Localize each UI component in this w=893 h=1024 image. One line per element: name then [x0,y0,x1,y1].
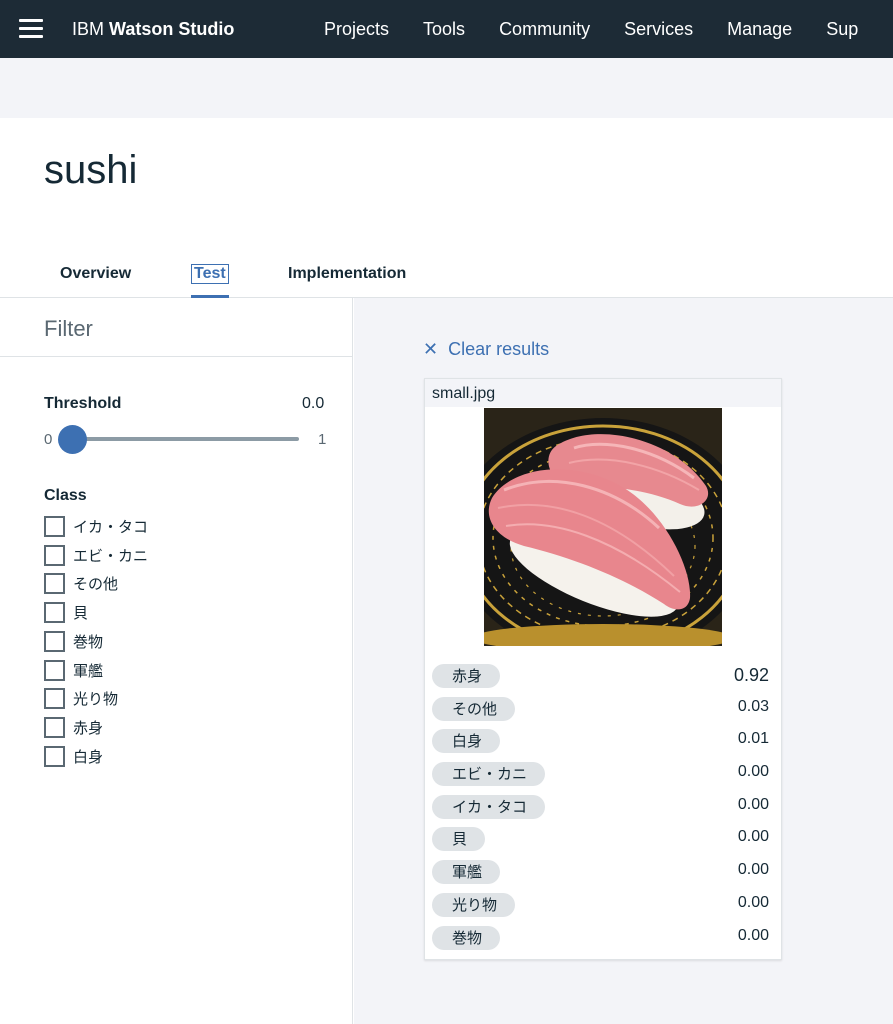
brand-logo[interactable]: IBM Watson Studio [72,17,234,41]
slider-min-label: 0 [44,431,53,448]
class-pill: イカ・タコ [432,794,546,819]
nav-link-tools[interactable]: Tools [423,17,465,41]
score-row: イカ・タコ 0.00 [432,793,776,826]
class-item-ebi-kani[interactable]: エビ・カニ [44,541,324,570]
checkbox[interactable] [44,688,65,710]
brand-product: Watson Studio [109,19,235,39]
tab-bar: Overview Test Implementation [0,260,893,298]
checkbox[interactable] [44,659,65,681]
checkbox[interactable] [44,717,65,739]
threshold-value: 0.0 [302,395,325,412]
class-item-akami[interactable]: 赤身 [44,713,324,742]
nav-link-support[interactable]: Sup [826,17,858,41]
checkbox[interactable] [44,630,65,652]
slider-max-label: 1 [318,431,327,448]
class-label: Class [44,487,87,504]
class-pill: 光り物 [432,892,516,917]
class-item-label: 白身 [73,747,104,766]
class-item-label: その他 [73,575,119,594]
threshold-label: Threshold [44,395,122,412]
nav-link-services[interactable]: Services [624,17,693,41]
threshold-slider-track[interactable] [60,437,299,441]
class-item-label: 軍艦 [73,661,104,680]
nav-links: Projects Tools Community Services Manage Sup [324,17,892,41]
class-item-shiromi[interactable]: 白身 [44,742,324,771]
checkbox[interactable] [44,544,65,566]
class-filter-list: イカ・タコ エビ・カニ その他 貝 巻物 軍艦 光り物 赤身 白身 [44,512,324,771]
results-panel: ✕ Clear results small.jpg 赤身 0.92 その他 0.… [354,298,893,1024]
score-row: 赤身 0.92 [432,662,776,695]
class-item-label: 貝 [73,604,89,623]
class-item-label: 光り物 [73,690,119,709]
class-item-label: エビ・カニ [73,546,149,565]
filter-title: Filter [44,316,93,341]
class-item-makimono[interactable]: 巻物 [44,627,324,656]
checkbox[interactable] [44,602,65,624]
class-item-label: 赤身 [73,719,104,738]
top-nav: IBM Watson Studio Projects Tools Community… [0,0,893,58]
tab-implementation[interactable]: Implementation [288,264,406,284]
score-value: 0.00 [737,763,769,781]
card-header: small.jpg [425,379,781,407]
header-band [0,58,893,118]
score-value: 0.03 [737,697,769,715]
image-filename: small.jpg [432,385,496,402]
score-row: 貝 0.00 [432,825,776,858]
score-value: 0.92 [733,665,769,685]
score-row: 軍艦 0.00 [432,858,776,891]
tab-overview[interactable]: Overview [60,264,131,284]
score-row: エビ・カニ 0.00 [432,760,776,793]
score-row: その他 0.03 [432,695,776,728]
clear-results-button[interactable]: ✕ Clear results [423,338,549,360]
class-item-ika-tako[interactable]: イカ・タコ [44,512,324,541]
score-row: 光り物 0.00 [432,891,776,924]
score-row: 白身 0.01 [432,727,776,760]
score-value: 0.00 [737,795,769,813]
class-pill: 赤身 [432,664,501,688]
brand-ibm: IBM [72,19,105,39]
class-pill: 巻物 [432,925,501,950]
class-item-hikarimono[interactable]: 光り物 [44,685,324,714]
score-list: 赤身 0.92 その他 0.03 白身 0.01 エビ・カニ 0.00 イカ・タコ 0.0… [432,662,776,956]
checkbox[interactable] [44,745,65,767]
filter-panel: Filter Threshold 0.0 0 1 Class イカ・タコ エビ・… [0,298,353,1024]
score-value: 0.00 [737,861,769,879]
class-pill: その他 [432,696,516,721]
tab-test[interactable]: Test [191,264,229,284]
nav-link-projects[interactable]: Projects [324,17,389,41]
close-icon: ✕ [423,339,439,359]
threshold-slider-thumb[interactable] [58,425,87,454]
sushi-image [484,408,722,646]
hamburger-menu-icon[interactable] [19,19,43,39]
class-item-label: 巻物 [73,632,104,651]
nav-link-community[interactable]: Community [499,17,590,41]
class-item-label: イカ・タコ [73,517,149,536]
nav-link-manage[interactable]: Manage [727,17,792,41]
result-card: small.jpg 赤身 0.92 その他 0.03 白身 0.01 エビ・カニ 0.0… [424,378,782,960]
class-pill: 白身 [432,729,501,754]
class-item-kai[interactable]: 貝 [44,598,324,627]
score-row: 巻物 0.00 [432,924,776,957]
score-value: 0.00 [737,893,769,911]
score-value: 0.00 [737,828,769,846]
page-title: sushi [44,148,138,192]
class-pill: 貝 [432,827,486,852]
class-item-gunkan[interactable]: 軍艦 [44,656,324,685]
checkbox[interactable] [44,515,65,537]
class-pill: エビ・カニ [432,762,546,787]
filter-divider [0,356,352,357]
clear-results-label: Clear results [448,339,550,359]
score-value: 0.00 [737,926,769,944]
checkbox[interactable] [44,573,65,595]
class-pill: 軍艦 [432,860,501,885]
score-value: 0.01 [737,730,769,748]
class-item-sonota[interactable]: その他 [44,570,324,599]
